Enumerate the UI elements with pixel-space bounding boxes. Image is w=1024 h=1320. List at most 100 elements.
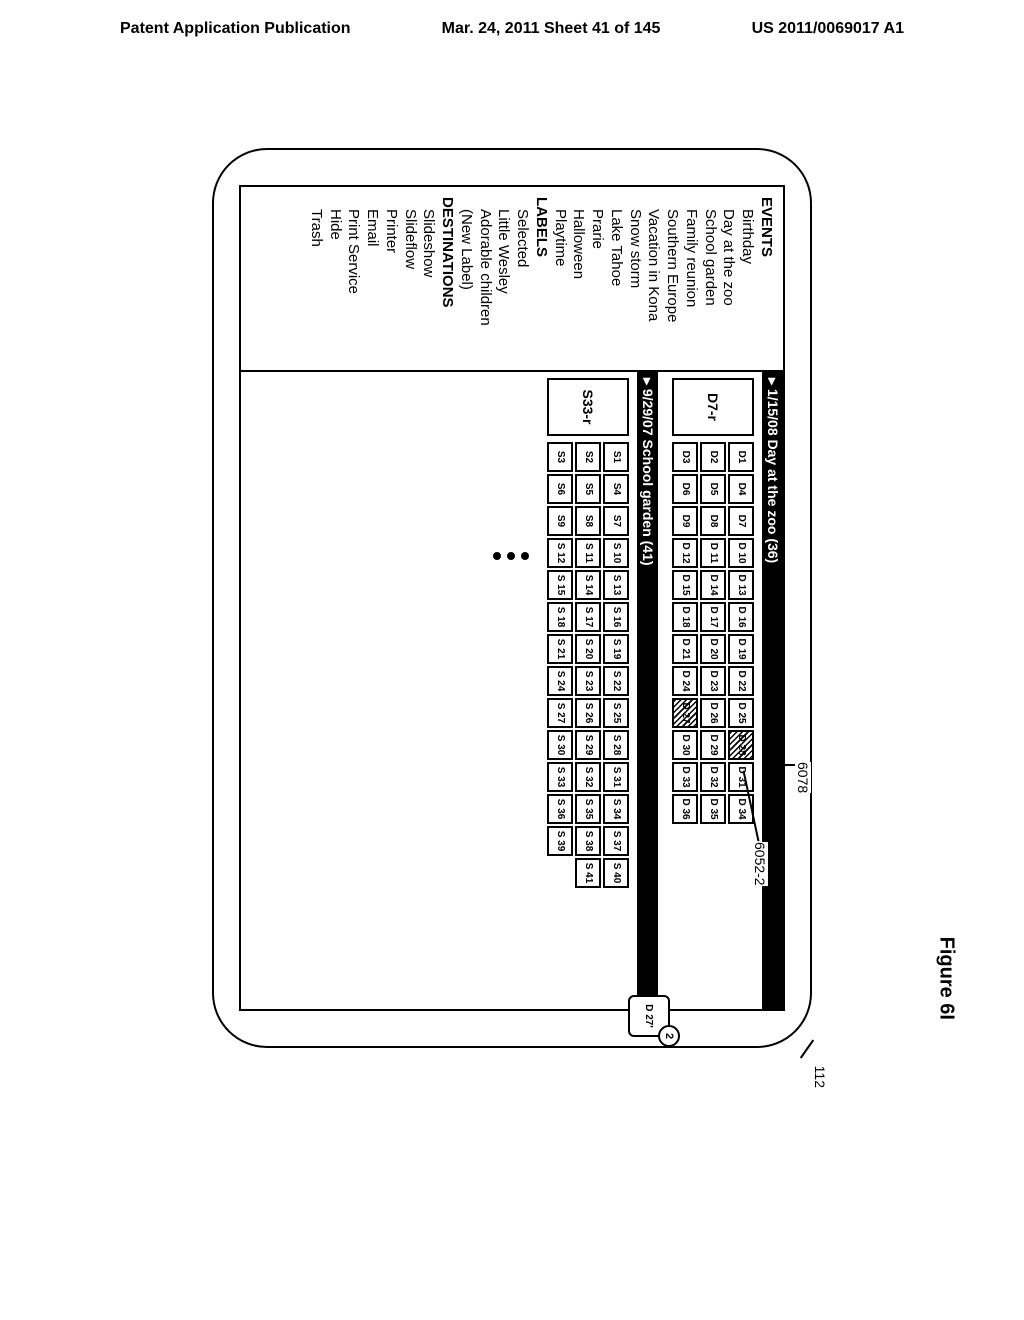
sidebar-item-destination[interactable]: Hide (325, 197, 344, 360)
thumbnail-cell[interactable]: D 22 (728, 666, 754, 696)
sidebar-item-event[interactable]: Lake Tahoe (606, 197, 625, 360)
thumbnail-cell[interactable]: S 19 (603, 634, 629, 664)
thumbnail-cell[interactable]: D 18 (672, 602, 698, 632)
sidebar-item-event[interactable]: Family reunion (681, 197, 700, 360)
thumbnail-cell[interactable]: S7 (603, 506, 629, 536)
thumbnail-cell[interactable]: S 10 (603, 538, 629, 568)
thumbnail-cell[interactable]: S 28 (603, 730, 629, 760)
thumbnail-cell[interactable]: D 32 (700, 762, 726, 792)
sidebar-item-event[interactable]: Birthday (738, 197, 757, 360)
thumbnail-cell[interactable]: D5 (700, 474, 726, 504)
thumbnail-cell[interactable]: S 17 (575, 602, 601, 632)
thumbnail-cell[interactable]: D 10 (728, 538, 754, 568)
thumbnail-cell[interactable]: S 20 (575, 634, 601, 664)
thumbnail-cell[interactable]: S 23 (575, 666, 601, 696)
thumbnail-cell[interactable]: S 37 (603, 826, 629, 856)
sidebar-item-event[interactable]: Day at the zoo (719, 197, 738, 360)
sidebar-item-destination[interactable]: Slideshow (419, 197, 438, 360)
thumbnail-cell[interactable]: S 18 (547, 602, 573, 632)
drag-thumb[interactable]: D 27' 2 (628, 995, 670, 1037)
thumbnail-cell[interactable]: S1 (603, 442, 629, 472)
album2-rep-thumb[interactable]: S33-r (547, 378, 629, 436)
thumbnail-cell[interactable]: D 24 (672, 666, 698, 696)
thumbnail-cell[interactable]: S5 (575, 474, 601, 504)
sidebar-item-event[interactable]: Prarie (588, 197, 607, 360)
album1-rep-thumb[interactable]: D7-r (672, 378, 754, 436)
thumbnail-cell[interactable]: S 34 (603, 794, 629, 824)
thumbnail-cell[interactable]: D 13 (728, 570, 754, 600)
sidebar-item-label[interactable]: (New Label) (456, 197, 475, 360)
thumbnail-cell[interactable]: S 32 (575, 762, 601, 792)
thumbnail-cell[interactable]: D 30 (672, 730, 698, 760)
thumbnail-cell[interactable]: S 24 (547, 666, 573, 696)
thumbnail-cell[interactable]: D3 (672, 442, 698, 472)
thumbnail-cell[interactable]: D 23 (700, 666, 726, 696)
thumbnail-cell[interactable]: D 26 (700, 698, 726, 728)
sidebar-item-event[interactable]: Snow storm (625, 197, 644, 360)
thumbnail-cell[interactable]: S9 (547, 506, 573, 536)
thumbnail-cell[interactable]: S 25 (603, 698, 629, 728)
thumbnail-cell[interactable]: D 29 (700, 730, 726, 760)
sidebar-item-label[interactable]: Little Wesley (494, 197, 513, 360)
album2-header[interactable]: 9/29/07 School garden (41) (637, 372, 658, 1009)
thumbnail-cell[interactable]: D1 (728, 442, 754, 472)
thumbnail-cell[interactable]: S 16 (603, 602, 629, 632)
sidebar-item-destination[interactable]: Printer (381, 197, 400, 360)
thumbnail-cell[interactable]: S 36 (547, 794, 573, 824)
thumbnail-cell[interactable]: S2 (575, 442, 601, 472)
thumbnail-cell[interactable]: D 21 (672, 634, 698, 664)
thumbnail-cell[interactable]: D 25 (728, 698, 754, 728)
album1-header[interactable]: 1/15/08 Day at the zoo (36) (762, 372, 783, 1009)
thumbnail-cell[interactable]: D 15 (672, 570, 698, 600)
sidebar-item-event[interactable]: Playtime (550, 197, 569, 360)
thumbnail-cell[interactable]: D6 (672, 474, 698, 504)
thumbnail-cell[interactable]: D2 (700, 442, 726, 472)
thumbnail-cell[interactable]: S 21 (547, 634, 573, 664)
thumbnail-cell[interactable]: S8 (575, 506, 601, 536)
thumbnail-cell[interactable]: S 31 (603, 762, 629, 792)
thumbnail-cell[interactable]: S 13 (603, 570, 629, 600)
thumbnail-cell[interactable]: S 29 (575, 730, 601, 760)
thumbnail-cell[interactable]: S 35 (575, 794, 601, 824)
thumbnail-cell[interactable]: S 30 (547, 730, 573, 760)
thumbnail-cell[interactable]: D 27 (672, 698, 698, 728)
sidebar-item-destination[interactable]: Slideflow (400, 197, 419, 360)
thumbnail-cell[interactable]: D8 (700, 506, 726, 536)
thumbnail-cell[interactable]: D7 (728, 506, 754, 536)
thumbnail-cell[interactable]: D 11 (700, 538, 726, 568)
thumbnail-cell[interactable]: S 33 (547, 762, 573, 792)
thumbnail-cell[interactable]: D 19 (728, 634, 754, 664)
sidebar-item-destination[interactable]: Email (363, 197, 382, 360)
thumbnail-cell[interactable]: S 39 (547, 826, 573, 856)
thumbnail-cell[interactable]: S6 (547, 474, 573, 504)
sidebar-item-destination[interactable]: Trash (306, 197, 325, 360)
thumbnail-cell[interactable]: D 12 (672, 538, 698, 568)
thumbnail-cell[interactable]: D 17 (700, 602, 726, 632)
thumbnail-cell[interactable]: D 28 (728, 730, 754, 760)
thumbnail-cell[interactable]: D9 (672, 506, 698, 536)
thumbnail-cell[interactable]: S 22 (603, 666, 629, 696)
thumbnail-cell[interactable]: D 33 (672, 762, 698, 792)
thumbnail-cell[interactable]: S 15 (547, 570, 573, 600)
thumbnail-cell[interactable]: S 12 (547, 538, 573, 568)
thumbnail-cell[interactable]: S 40 (603, 858, 629, 888)
thumbnail-cell[interactable]: D4 (728, 474, 754, 504)
thumbnail-cell[interactable]: S 14 (575, 570, 601, 600)
thumbnail-cell[interactable]: S 11 (575, 538, 601, 568)
thumbnail-cell[interactable]: D 16 (728, 602, 754, 632)
thumbnail-cell[interactable]: S 38 (575, 826, 601, 856)
thumbnail-cell[interactable]: S4 (603, 474, 629, 504)
thumbnail-cell[interactable]: S3 (547, 442, 573, 472)
thumbnail-cell[interactable]: S 27 (547, 698, 573, 728)
sidebar-item-label[interactable]: Adorable children (475, 197, 494, 360)
sidebar-item-event[interactable]: Vacation in Kona (644, 197, 663, 360)
thumbnail-cell[interactable]: S 41 (575, 858, 601, 888)
sidebar-item-label[interactable]: Selected (513, 197, 532, 360)
thumbnail-cell[interactable]: D 14 (700, 570, 726, 600)
sidebar-item-event[interactable]: School garden (700, 197, 719, 360)
thumbnail-cell[interactable]: D 36 (672, 794, 698, 824)
thumbnail-cell[interactable]: D 31 (728, 762, 754, 792)
sidebar-item-event[interactable]: Southern Europe (663, 197, 682, 360)
sidebar-item-destination[interactable]: Print Service (344, 197, 363, 360)
sidebar-item-event[interactable]: Halloween (569, 197, 588, 360)
